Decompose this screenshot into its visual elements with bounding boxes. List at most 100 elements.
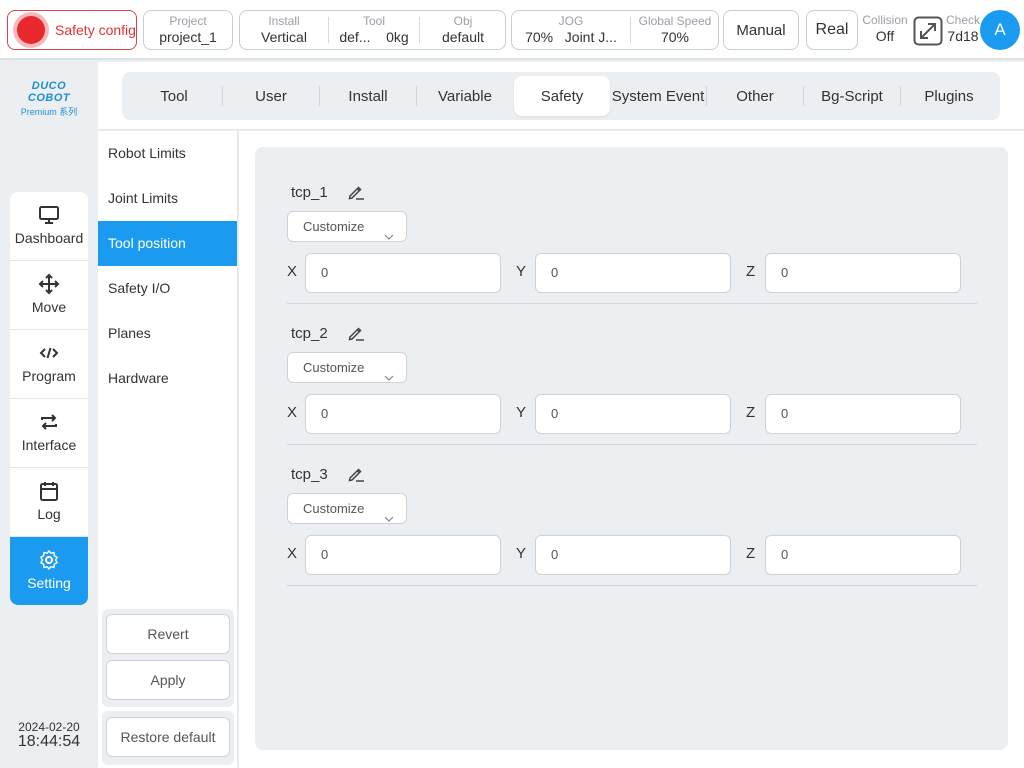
x-label: X (287, 263, 298, 280)
project-selector[interactable]: Project project_1 (143, 10, 233, 50)
x-input[interactable]: 0 (305, 394, 501, 434)
settings-tabs: Tool User Install Variable Safety System… (122, 72, 1000, 120)
tool-name-value: def... (339, 29, 371, 45)
tab-install[interactable]: Install (320, 76, 416, 116)
tcp-block-1: tcp_1 Customize X 0 Y 0 Z 0 (287, 163, 977, 304)
time-text: 18:44:54 (17, 733, 81, 750)
submenu-safety-io[interactable]: Safety I/O (98, 266, 237, 311)
nav-label: Program (22, 368, 76, 384)
tcp-mode-select[interactable]: Customize (287, 211, 407, 242)
safety-config-button[interactable]: Safety config (7, 10, 137, 50)
tab-system-event[interactable]: System Event (610, 76, 706, 116)
chevron-down-icon (384, 222, 394, 251)
tool-cell[interactable]: Tool def... 0kg (329, 11, 419, 49)
nav-item-log[interactable]: Log (10, 468, 88, 537)
nav-item-program[interactable]: Program (10, 330, 88, 399)
x-input[interactable]: 0 (305, 253, 501, 293)
tcp-mode-value: Customize (303, 360, 365, 375)
tcp-block-2: tcp_2 Customize X 0 Y 0 Z 0 (287, 304, 977, 445)
project-key: Project (169, 14, 207, 28)
tab-variable[interactable]: Variable (417, 76, 513, 116)
tab-tool[interactable]: Tool (126, 76, 222, 116)
safety-submenu: Robot Limits Joint Limits Tool position … (98, 131, 238, 768)
obj-cell[interactable]: Obj default (420, 11, 506, 49)
x-input[interactable]: 0 (305, 535, 501, 575)
top-status-bar: Safety config Project project_1 Install … (0, 0, 1024, 60)
expand-icon[interactable] (913, 16, 943, 46)
z-input[interactable]: 0 (765, 394, 961, 434)
brand-logo: DUCO COBOT Premium 系列 (10, 80, 88, 118)
tool-key: Tool (362, 14, 385, 28)
z-input[interactable]: 0 (765, 253, 961, 293)
submenu-joint-limits[interactable]: Joint Limits (98, 176, 237, 221)
jog-cell[interactable]: JOG 70% Joint J... (512, 11, 630, 49)
jog-mode: Joint J... (564, 29, 617, 45)
install-value: Vertical (261, 29, 307, 45)
tcp-mode-value: Customize (303, 219, 365, 234)
jog-speed-group[interactable]: JOG 70% Joint J... Global Speed 70% (511, 10, 719, 50)
z-input[interactable]: 0 (765, 535, 961, 575)
obj-value: default (441, 29, 485, 45)
revert-button[interactable]: Revert (106, 614, 230, 654)
nav-item-interface[interactable]: Interface (10, 399, 88, 468)
tab-plugins[interactable]: Plugins (901, 76, 997, 116)
brand-name: DUCO COBOT (27, 80, 71, 104)
edit-icon[interactable] (347, 324, 365, 347)
date-text: 2024-02-20 (18, 720, 80, 734)
divider (287, 585, 977, 586)
collision-status[interactable]: Collision Off (861, 10, 909, 48)
install-cell[interactable]: Install Vertical (240, 11, 328, 49)
jog-percent: 70% (525, 29, 554, 45)
apply-button[interactable]: Apply (106, 660, 230, 700)
z-label: Z (746, 263, 756, 280)
user-avatar[interactable]: A (980, 10, 1020, 50)
nav-item-dashboard[interactable]: Dashboard (10, 192, 88, 261)
tool-weight-value: 0kg (386, 29, 409, 45)
check-value: 7d18 (947, 28, 979, 44)
manual-mode-button[interactable]: Manual (723, 10, 799, 50)
main-nav-menu: Dashboard Move Program Interface Log Set… (10, 192, 88, 605)
z-label: Z (746, 404, 756, 421)
install-tool-obj-group[interactable]: Install Vertical Tool def... 0kg Obj def… (239, 10, 506, 50)
tab-user[interactable]: User (223, 76, 319, 116)
tab-other[interactable]: Other (707, 76, 803, 116)
tcp-mode-select[interactable]: Customize (287, 352, 407, 383)
submenu-hardware[interactable]: Hardware (98, 356, 237, 401)
nav-label: Move (31, 299, 67, 315)
submenu-tool-position[interactable]: Tool position (98, 221, 237, 266)
left-navigation: DUCO COBOT Premium 系列 Dashboard Move Pro… (0, 62, 98, 768)
tab-safety[interactable]: Safety (514, 76, 610, 116)
check-status: Check 7d18 (944, 10, 982, 48)
restore-group: Restore default (102, 711, 234, 765)
y-input[interactable]: 0 (535, 535, 731, 575)
collision-key: Collision (862, 13, 908, 27)
submenu-planes[interactable]: Planes (98, 311, 237, 356)
y-label: Y (516, 545, 527, 562)
project-value: project_1 (159, 29, 217, 45)
edit-icon[interactable] (347, 183, 365, 206)
tool-position-content: tcp_1 Customize X 0 Y 0 Z 0 tcp_2 Custom… (239, 131, 1024, 768)
x-label: X (287, 545, 298, 562)
submenu-robot-limits[interactable]: Robot Limits (98, 131, 237, 176)
real-mode-label: Real (815, 21, 849, 38)
edit-icon[interactable] (347, 465, 365, 488)
tcp-mode-select[interactable]: Customize (287, 493, 407, 524)
nav-label: Interface (21, 437, 77, 453)
revert-apply-group: Revert Apply (102, 609, 234, 707)
nav-item-move[interactable]: Move (10, 261, 88, 330)
x-label: X (287, 404, 298, 421)
manual-mode-label: Manual (736, 21, 786, 39)
nav-label: Log (37, 506, 61, 522)
tcp-block-3: tcp_3 Customize X 0 Y 0 Z 0 (287, 445, 977, 586)
chevron-down-icon (384, 363, 394, 392)
y-input[interactable]: 0 (535, 253, 731, 293)
nav-item-setting[interactable]: Setting (10, 537, 88, 605)
global-speed-cell[interactable]: Global Speed 70% (631, 11, 719, 49)
swap-icon (10, 411, 88, 433)
real-mode-button[interactable]: Real (806, 10, 858, 50)
z-label: Z (746, 545, 756, 562)
obj-key: Obj (453, 14, 473, 28)
y-input[interactable]: 0 (535, 394, 731, 434)
restore-default-button[interactable]: Restore default (106, 717, 230, 757)
tab-bg-script[interactable]: Bg-Script (804, 76, 900, 116)
